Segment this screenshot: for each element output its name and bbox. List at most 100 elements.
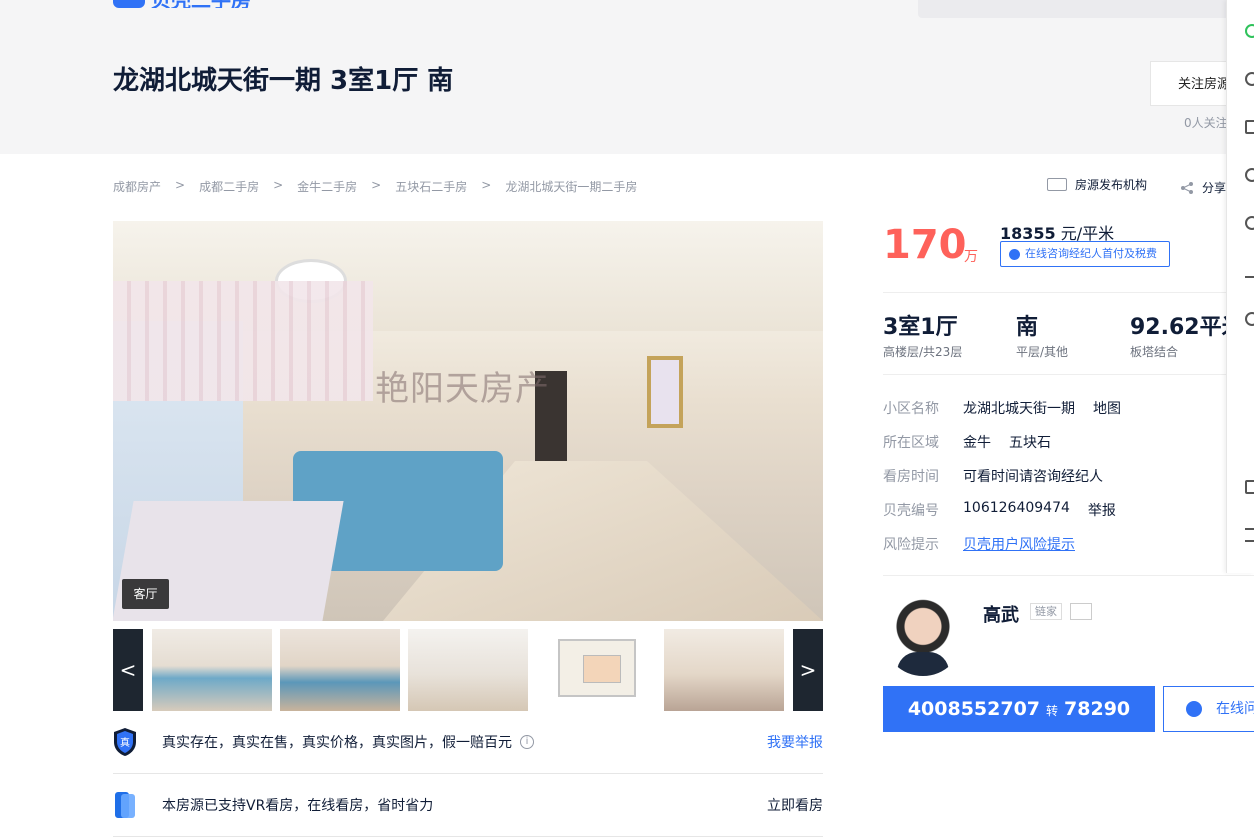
logo[interactable]: 贝壳二手房 bbox=[113, 0, 251, 8]
detail-row: 看房时间 可看时间请咨询经纪人 bbox=[883, 466, 1121, 500]
box-icon[interactable] bbox=[1245, 120, 1254, 134]
logo-text: 贝壳二手房 bbox=[151, 0, 251, 8]
call-button[interactable]: 4008552707 转 78290 bbox=[883, 686, 1155, 732]
detail-key: 所在区域 bbox=[883, 435, 939, 451]
feedback-icon[interactable] bbox=[1245, 480, 1254, 494]
consult-tax-button[interactable]: 在线咨询经纪人首付及税费 bbox=[1000, 241, 1170, 267]
user-icon[interactable] bbox=[1245, 72, 1254, 86]
shield-icon: 真 bbox=[113, 727, 137, 757]
consult-tag-label: 在线咨询经纪人首付及税费 bbox=[1025, 247, 1157, 260]
map-link[interactable]: 地图 bbox=[1093, 398, 1121, 432]
detail-row: 所在区域 金牛 五块石 bbox=[883, 432, 1121, 466]
chat-icon bbox=[1009, 249, 1020, 260]
breadcrumb: 成都房产 > 成都二手房 > 金牛二手房 > 五块石二手房 > 龙湖北城天街一期… bbox=[113, 178, 637, 195]
badge-label: 真 bbox=[120, 736, 130, 749]
divider bbox=[883, 575, 1254, 576]
location-icon[interactable] bbox=[1245, 312, 1254, 326]
detail-key: 贝壳编号 bbox=[883, 503, 939, 519]
header-band: 贝壳二手房 龙湖北城天街一期 3室1厅 南 关注房源 0人关注 bbox=[0, 0, 1254, 154]
vr-notice: 本房源已支持VR看房，在线看房，省时省力 立即看房 bbox=[113, 773, 823, 837]
attr-sub: 平层/其他 bbox=[1016, 345, 1069, 359]
thumbnail[interactable] bbox=[664, 629, 784, 711]
breadcrumb-item[interactable]: 金牛二手房 bbox=[297, 178, 357, 195]
chevron-right-icon: > bbox=[175, 178, 186, 192]
thumbnail-strip: < > bbox=[113, 629, 823, 711]
online-chat-label: 在线问 bbox=[1216, 701, 1254, 717]
breadcrumb-item[interactable]: 五块石二手房 bbox=[395, 178, 467, 195]
main-photo[interactable]: 艳阳天房产 bbox=[113, 221, 823, 621]
right-sidebar bbox=[1226, 0, 1254, 573]
share-icon bbox=[1181, 181, 1193, 194]
risk-link[interactable]: 贝壳用户风险提示 bbox=[963, 534, 1075, 568]
attr-layout: 3室1厅 高楼层/共23层 bbox=[883, 309, 962, 360]
divider bbox=[883, 374, 1254, 375]
menu-icon[interactable] bbox=[1245, 528, 1254, 542]
detail-value[interactable]: 金牛 bbox=[963, 432, 991, 466]
vr-view-link[interactable]: 立即看房 bbox=[767, 795, 823, 815]
wechat-icon[interactable] bbox=[1245, 24, 1254, 38]
attr-sub: 高楼层/共23层 bbox=[883, 345, 963, 359]
avatar[interactable] bbox=[883, 596, 963, 676]
divider bbox=[883, 292, 1254, 293]
detail-key: 小区名称 bbox=[883, 401, 939, 417]
page-title: 龙湖北城天街一期 3室1厅 南 bbox=[113, 66, 454, 96]
detail-list: 小区名称 龙湖北城天街一期 地图 所在区域 金牛 五块石 看房时间 可看时间请咨… bbox=[883, 398, 1121, 568]
thumbnail[interactable] bbox=[280, 629, 400, 711]
calculator-icon[interactable] bbox=[1245, 264, 1254, 278]
breadcrumb-item[interactable]: 龙湖北城天街一期二手房 bbox=[505, 178, 637, 195]
detail-row: 风险提示 贝壳用户风险提示 bbox=[883, 534, 1121, 568]
breadcrumb-item[interactable]: 成都二手房 bbox=[199, 178, 259, 195]
report-link[interactable]: 我要举报 bbox=[767, 732, 823, 752]
globe-icon[interactable] bbox=[1245, 168, 1254, 182]
chevron-right-icon: > bbox=[481, 178, 492, 192]
prev-arrow-button[interactable]: < bbox=[113, 629, 143, 711]
follow-count: 0人关注 bbox=[1184, 116, 1228, 130]
breadcrumb-item[interactable]: 成都房产 bbox=[113, 178, 161, 195]
attr-value: 南 bbox=[1016, 315, 1039, 340]
avatar-suit bbox=[897, 652, 949, 676]
notice-text: 本房源已支持VR看房，在线看房，省时省力 bbox=[162, 797, 434, 814]
chevron-right-icon: > bbox=[273, 178, 284, 192]
attr-orientation: 南 平层/其他 bbox=[1016, 309, 1068, 360]
vr-icon bbox=[113, 790, 137, 820]
detail-value[interactable]: 龙湖北城天街一期 bbox=[963, 398, 1075, 432]
ext-label: 转 bbox=[1046, 704, 1059, 718]
chevron-right-icon: > bbox=[371, 178, 382, 192]
next-arrow-button[interactable]: > bbox=[793, 629, 823, 711]
agent-company-badge: 链家 bbox=[1030, 603, 1062, 620]
phone-number: 4008552707 bbox=[907, 698, 1041, 720]
agent-name[interactable]: 高武 bbox=[983, 601, 1019, 627]
id-card-icon bbox=[1047, 178, 1067, 191]
thumbnail[interactable] bbox=[152, 629, 272, 711]
share-button[interactable]: 分享 bbox=[1181, 179, 1226, 196]
logo-icon bbox=[113, 0, 145, 8]
photo-curtain bbox=[113, 281, 373, 401]
search-input[interactable] bbox=[918, 0, 1238, 18]
publisher-link[interactable]: 房源发布机构 bbox=[1047, 176, 1147, 193]
detail-row: 小区名称 龙湖北城天街一期 地图 bbox=[883, 398, 1121, 432]
detail-key: 看房时间 bbox=[883, 469, 939, 485]
detail-value: 可看时间请咨询经纪人 bbox=[963, 469, 1103, 485]
detail-extra[interactable]: 五块石 bbox=[1009, 432, 1051, 466]
photo-watermark: 艳阳天房产 bbox=[375, 369, 550, 409]
online-chat-button[interactable]: 在线问 bbox=[1163, 686, 1254, 732]
report-link[interactable]: 举报 bbox=[1088, 500, 1116, 534]
notice-text: 真实存在，真实在售，真实价格，真实图片，假一赔百元 bbox=[162, 734, 512, 751]
total-price-unit: 万 bbox=[964, 249, 978, 265]
floorplan-room bbox=[583, 655, 621, 683]
detail-value: 106126409474 bbox=[963, 500, 1070, 516]
chat-bubble-icon bbox=[1186, 701, 1202, 717]
room-tag: 客厅 bbox=[122, 579, 169, 609]
id-card-icon[interactable] bbox=[1070, 603, 1092, 620]
attr-value: 3室1厅 bbox=[883, 315, 958, 340]
detail-key: 风险提示 bbox=[883, 537, 939, 553]
thumbnail[interactable] bbox=[408, 629, 528, 711]
photo-frame bbox=[647, 356, 683, 428]
phone-ext: 78290 bbox=[1064, 698, 1131, 720]
publisher-label: 房源发布机构 bbox=[1075, 178, 1148, 192]
leaf-icon[interactable] bbox=[1245, 216, 1254, 230]
authenticity-notice: 真 真实存在，真实在售，真实价格，真实图片，假一赔百元 i 我要举报 bbox=[113, 710, 823, 774]
detail-row: 贝壳编号 106126409474 举报 bbox=[883, 500, 1121, 534]
share-label: 分享 bbox=[1202, 181, 1227, 195]
info-icon[interactable]: i bbox=[520, 734, 534, 749]
